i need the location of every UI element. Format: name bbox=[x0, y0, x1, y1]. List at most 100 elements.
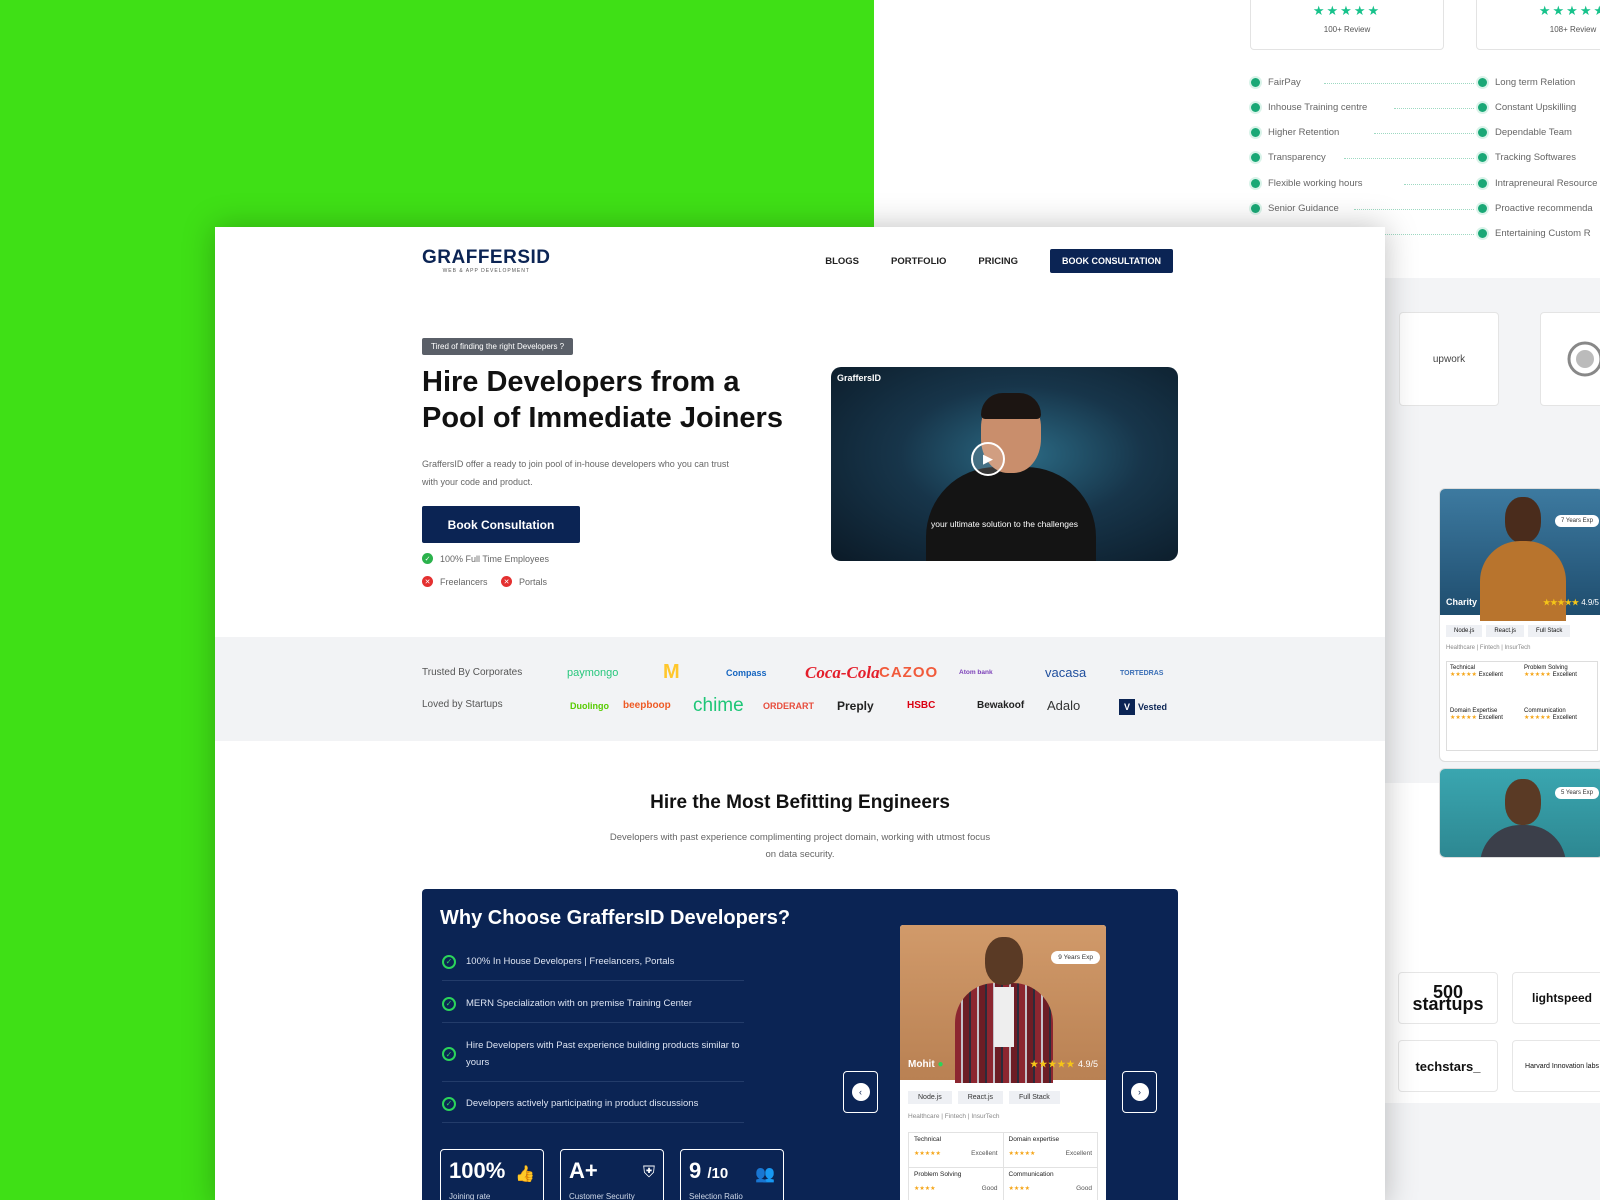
nav-portfolio[interactable]: PORTFOLIO bbox=[891, 256, 946, 267]
nav-menu: BLOGS PORTFOLIO PRICING BOOK CONSULTATIO… bbox=[825, 249, 1173, 273]
nav-blogs[interactable]: BLOGS bbox=[825, 256, 859, 267]
award-badge-icon bbox=[1540, 312, 1600, 406]
check-dot-icon bbox=[1251, 103, 1260, 112]
feature-item: Constant Upskilling bbox=[1478, 102, 1576, 113]
check-full-time: ✓ 100% Full Time Employees bbox=[422, 553, 549, 564]
logo-preply: Preply bbox=[837, 699, 874, 713]
check-dot-icon bbox=[1251, 128, 1260, 137]
why-title: Why Choose GraffersID Developers? bbox=[440, 907, 791, 929]
logo-paymongo: paymongo bbox=[567, 667, 619, 679]
nav-pricing[interactable]: PRICING bbox=[978, 256, 1018, 267]
upwork-badge: upwork bbox=[1399, 312, 1499, 406]
feature-item: Tracking Softwares bbox=[1478, 152, 1576, 163]
stat-selection-ratio: 9 /10 👥 Selection Ratio bbox=[680, 1149, 784, 1200]
dev-card-mohit[interactable]: 9 Years Exp Mohit ● ★★★★★ 4.9/5 Node.js … bbox=[900, 925, 1106, 1200]
cross-icon: ✕ bbox=[501, 576, 512, 587]
logo-beepboop: beepboop bbox=[623, 700, 671, 711]
review-count: 108+ Review bbox=[1549, 25, 1597, 34]
logo-tortedras: TORTEDRAS bbox=[1120, 670, 1164, 677]
feature-item: Proactive recommenda bbox=[1478, 203, 1593, 214]
startup-logo-techstars: techstars_ bbox=[1398, 1040, 1498, 1092]
logo-vacasa: vacasa bbox=[1045, 665, 1087, 680]
check-dot-icon bbox=[1478, 179, 1487, 188]
why-item: ✓ Hire Developers with Past experience bu… bbox=[442, 1037, 744, 1082]
hero-description: GraffersID offer a ready to join pool of… bbox=[422, 459, 729, 487]
video-logo: GraffersID bbox=[837, 373, 882, 383]
dev-name: Mohit ● bbox=[908, 1059, 944, 1070]
section-description: Developers with past experience complime… bbox=[609, 832, 991, 860]
logo-orderart: ORDERART bbox=[763, 701, 814, 711]
cross-portals: ✕ Portals bbox=[501, 576, 547, 587]
logo-bewakoof: Bewakoof bbox=[977, 700, 1025, 711]
startup-logo-500: 500 startups bbox=[1398, 972, 1498, 1024]
check-dot-icon bbox=[1478, 128, 1487, 137]
cross-icon: ✕ bbox=[422, 576, 433, 587]
feature-item: Flexible working hours bbox=[1251, 178, 1363, 189]
feature-item: Inhouse Training centre bbox=[1251, 102, 1367, 113]
check-icon: ✓ bbox=[422, 553, 433, 564]
logo-cocacola: Coca-Cola bbox=[805, 663, 880, 682]
stat-joining-rate: 100% 👍 Joining rate bbox=[440, 1149, 544, 1200]
top-nav: GRAFFERSID WEB & APP DEVELOPMENT BLOGS P… bbox=[422, 241, 1173, 281]
feature-item: Dependable Team bbox=[1478, 127, 1572, 138]
why-item: ✓ 100% In House Developers | Freelancers,… bbox=[442, 953, 744, 981]
video-caption: your ultimate solution to the challenges bbox=[931, 519, 1078, 529]
intro-video[interactable]: GraffersID ▶ your ultimate solution to t… bbox=[831, 367, 1178, 561]
loved-startups-label: Loved by Startups bbox=[422, 699, 503, 710]
feature-item: Transparency bbox=[1251, 152, 1326, 163]
hero-tag: Tired of finding the right Developers ? bbox=[422, 338, 574, 355]
dev-photo: 9 Years Exp Mohit ● ★★★★★ 4.9/5 bbox=[900, 925, 1106, 1083]
check-circle-icon: ✓ bbox=[442, 996, 456, 1011]
rating-stars-icon: ★★★★★ bbox=[1312, 3, 1382, 18]
section-title: Hire the Most Befitting Engineers bbox=[650, 792, 950, 813]
dev-rating: ★★★★★ 4.9/5 bbox=[1030, 1059, 1098, 1069]
cross-freelancers: ✕ Freelancers bbox=[422, 576, 488, 587]
logo-compass: Compass bbox=[726, 668, 767, 678]
brand-logo[interactable]: GRAFFERSID WEB & APP DEVELOPMENT bbox=[422, 248, 551, 274]
logo-adalo: Adalo bbox=[1047, 698, 1081, 713]
logo-cazoo: CAZOO bbox=[879, 664, 939, 681]
feature-item: Long term Relation bbox=[1478, 77, 1575, 88]
book-consultation-nav-button[interactable]: BOOK CONSULTATION bbox=[1050, 249, 1173, 273]
play-icon[interactable]: ▶ bbox=[971, 442, 1005, 476]
shield-icon: ⛨ bbox=[642, 1164, 655, 1181]
why-choose-panel: Why Choose GraffersID Developers? ✓ 100% … bbox=[422, 889, 1178, 1200]
users-icon: 👥 bbox=[755, 1166, 775, 1183]
check-circle-icon: ✓ bbox=[442, 1047, 456, 1061]
carousel-next-button[interactable]: › bbox=[1122, 1071, 1157, 1113]
startup-logo-harvard: Harvard Innovation labs bbox=[1512, 1040, 1600, 1092]
dev-skills: Node.js React.js Full Stack bbox=[908, 1091, 1060, 1104]
dev-name: Charity bbox=[1446, 597, 1478, 607]
logo-hsbc: HSBC bbox=[907, 700, 936, 711]
dev-scores: Technical ★★★★★ Excellent Domain expertise… bbox=[908, 1132, 1098, 1200]
stat-customer-security: A+ ⛨ Customer Security bbox=[560, 1149, 664, 1200]
startup-logo-lightspeed: lightspeed bbox=[1512, 972, 1600, 1024]
check-dot-icon bbox=[1478, 204, 1487, 213]
feature-item: Entertaining Custom R bbox=[1478, 228, 1591, 239]
check-dot-icon bbox=[1251, 153, 1260, 162]
why-item: ✓ MERN Specialization with on premise Tra… bbox=[442, 995, 744, 1023]
check-dot-icon bbox=[1251, 204, 1260, 213]
feature-item: Higher Retention bbox=[1251, 127, 1339, 138]
verified-icon: ● bbox=[937, 1059, 944, 1070]
check-circle-icon: ✓ bbox=[442, 1096, 456, 1111]
trusted-logos-section: Trusted By Corporates Loved by Startups … bbox=[215, 637, 1385, 741]
feature-item: Intrapreneural Resource bbox=[1478, 178, 1597, 189]
chevron-left-icon: ‹ bbox=[851, 1083, 870, 1101]
dev-domains: Healthcare | Fintech | InsurTech bbox=[908, 1113, 1000, 1120]
experience-badge: 9 Years Exp bbox=[1051, 951, 1100, 964]
logo-duolingo: Duolingo bbox=[570, 701, 609, 711]
trusted-corporates-label: Trusted By Corporates bbox=[422, 667, 523, 678]
check-dot-icon bbox=[1478, 153, 1487, 162]
check-dot-icon bbox=[1478, 78, 1487, 87]
book-consultation-button[interactable]: Book Consultation bbox=[422, 506, 580, 543]
dev-card-second[interactable]: 5 Years Exp bbox=[1439, 768, 1600, 858]
feature-item: FairPay bbox=[1251, 77, 1301, 88]
carousel-prev-button[interactable]: ‹ bbox=[843, 1071, 878, 1113]
check-circle-icon: ✓ bbox=[442, 954, 456, 969]
check-dot-icon bbox=[1251, 179, 1260, 188]
logo-chime: chime bbox=[693, 695, 744, 716]
dev-card-charity[interactable]: 7 Years Exp Charity ★★★★★ 4.9/5 Node.js … bbox=[1439, 488, 1600, 762]
check-dot-icon bbox=[1478, 229, 1487, 238]
logo-mcdonalds: M bbox=[663, 661, 680, 683]
